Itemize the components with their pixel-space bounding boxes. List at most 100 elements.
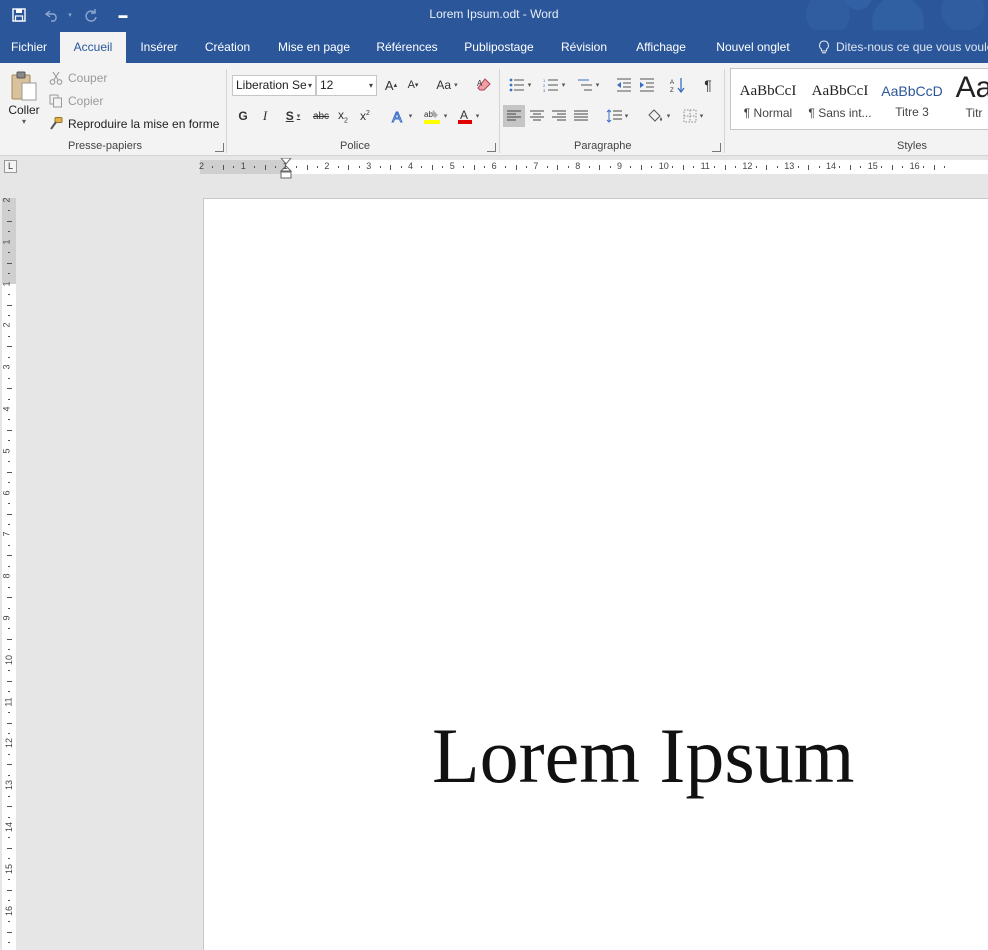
italic-button[interactable]: I (256, 105, 274, 127)
ruler-tick (379, 166, 381, 168)
ruler-tick (599, 165, 601, 170)
style-name: ¶ Normal (743, 106, 793, 120)
ruler-tick (7, 346, 12, 348)
clipboard-launcher-icon[interactable] (215, 143, 224, 152)
ruler-tick (651, 166, 653, 168)
change-case-button[interactable]: Aa ▾ (431, 74, 463, 96)
multilevel-list-button[interactable]: ▾ (573, 74, 603, 96)
font-launcher-icon[interactable] (487, 143, 496, 152)
strikethrough-button[interactable]: abc (311, 105, 331, 127)
ruler-tick (734, 166, 736, 168)
ruler-tick (682, 165, 684, 170)
font-group-label: Police (340, 140, 370, 152)
ruler-tick (8, 649, 10, 651)
style-normal[interactable]: AaBbCcI ¶ Normal (733, 69, 803, 129)
tab-nouvel-onglet[interactable]: Nouvel onglet (706, 32, 800, 63)
numbering-button[interactable]: 123 ▾ (539, 74, 569, 96)
text-effects-button[interactable]: A ▾ (386, 105, 416, 127)
horizontal-ruler[interactable]: 2 1 1 2 3 4 5 6 7 8 9 10 11 12 13 14 15 16 (199, 158, 988, 179)
paragraph-launcher-icon[interactable] (712, 143, 721, 152)
ruler-tick (630, 166, 632, 168)
ruler-tick (8, 565, 10, 567)
chevron-down-icon: ▾ (666, 113, 671, 120)
clipboard-group-label: Presse-papiers (68, 140, 142, 152)
paste-label: Coller (8, 103, 40, 117)
ruler-tick (588, 166, 590, 168)
borders-button[interactable]: ▾ (677, 105, 709, 127)
tab-inserer[interactable]: Insérer (129, 32, 189, 63)
align-left-button[interactable] (503, 105, 525, 127)
vertical-ruler[interactable]: 2 1 1 2 3 4 5 6 7 8 9 10 11 12 13 14 15 16 (2, 197, 16, 950)
tab-publipostage[interactable]: Publipostage (456, 32, 542, 63)
style-preview: AaBbCcI (739, 83, 797, 99)
styles-group-label: Styles (897, 140, 927, 152)
tab-revision[interactable]: Révision (552, 32, 616, 63)
ruler-number: 9 (617, 161, 623, 171)
bold-button[interactable]: G (234, 105, 252, 127)
grow-font-button[interactable]: A ▴ (381, 74, 401, 96)
ruler-tick (693, 166, 695, 168)
ruler-tick (8, 795, 10, 797)
ruler-number: 16 (909, 161, 920, 171)
line-spacing-button[interactable]: ▾ (602, 105, 632, 127)
tab-references[interactable]: Références (368, 32, 446, 63)
ruler-tick (8, 921, 10, 923)
shrink-font-button[interactable]: A ▾ (403, 74, 423, 96)
font-color-button[interactable]: A ▾ (453, 105, 483, 127)
tab-creation[interactable]: Création (195, 32, 260, 63)
ruler-tick (8, 607, 10, 609)
underline-label: S (285, 109, 294, 123)
strikethrough-label: abc (312, 110, 330, 122)
tab-mise-en-page[interactable]: Mise en page (270, 32, 358, 63)
tab-affichage[interactable]: Affichage (626, 32, 696, 63)
ruler-tick (808, 165, 810, 170)
tell-me-search[interactable]: Dites-nous ce que vous voule (818, 40, 988, 54)
document-page[interactable]: Lorem Ipsum (203, 198, 988, 950)
ruler-number: 4 (408, 161, 414, 171)
justify-button[interactable] (570, 105, 592, 127)
ruler-tick (7, 471, 12, 473)
ruler-tick (400, 166, 402, 168)
superscript-button[interactable]: x2 (356, 105, 374, 127)
pilcrow-icon: ¶ (704, 77, 712, 93)
shrink-font-label: A (407, 79, 415, 91)
ruler-tick (7, 847, 12, 849)
style-title[interactable]: Aa Titr (949, 69, 988, 129)
tab-fichier[interactable]: Fichier (0, 32, 58, 63)
ruler-tick (212, 166, 214, 168)
format-painter-button[interactable]: Reproduire la mise en forme (49, 114, 219, 134)
underline-button[interactable]: S ▾ (278, 105, 308, 127)
cut-button[interactable]: Couper (49, 68, 107, 88)
ruler-number: 7 (533, 161, 539, 171)
highlight-button[interactable]: ab ▾ (420, 105, 450, 127)
style-no-spacing[interactable]: AaBbCcI ¶ Sans int... (805, 69, 875, 129)
bullets-button[interactable]: ▾ (505, 74, 535, 96)
title-bar: ▾ ▬ Lorem Ipsum.odt - Word (0, 0, 988, 30)
tab-accueil[interactable]: Accueil (60, 32, 126, 63)
shading-button[interactable]: ▾ (643, 105, 675, 127)
align-right-button[interactable] (548, 105, 570, 127)
paste-button[interactable]: Coller ▾ (6, 69, 42, 135)
increase-indent-button[interactable] (637, 74, 657, 96)
ruler-tick (473, 165, 475, 170)
sort-button[interactable]: AZ (668, 74, 688, 96)
tab-selector-button[interactable]: L (4, 160, 17, 173)
show-formatting-button[interactable]: ¶ (698, 74, 718, 96)
font-name-combo[interactable]: Liberation Se ▾ (232, 75, 316, 96)
ruler-tick (8, 356, 10, 358)
copy-button[interactable]: Copier (49, 91, 103, 111)
font-size-combo[interactable]: 12 ▾ (316, 75, 377, 96)
subscript-button[interactable]: x2 (334, 105, 352, 127)
style-heading-3[interactable]: AaBbCcD Titre 3 (877, 69, 947, 129)
document-heading[interactable]: Lorem Ipsum (432, 711, 854, 801)
clear-formatting-button[interactable]: A (474, 74, 494, 96)
ruler-number: 10 (4, 654, 15, 665)
align-center-button[interactable] (526, 105, 548, 127)
ruler-tick (609, 166, 611, 168)
ruler-tick (933, 165, 935, 170)
ribbon-home: Coller ▾ Couper Copier Reproduire la mis… (0, 63, 988, 156)
style-preview: Aa (955, 71, 988, 104)
ruler-tick (8, 398, 10, 400)
ruler-tick (8, 900, 10, 902)
decrease-indent-button[interactable] (614, 74, 634, 96)
